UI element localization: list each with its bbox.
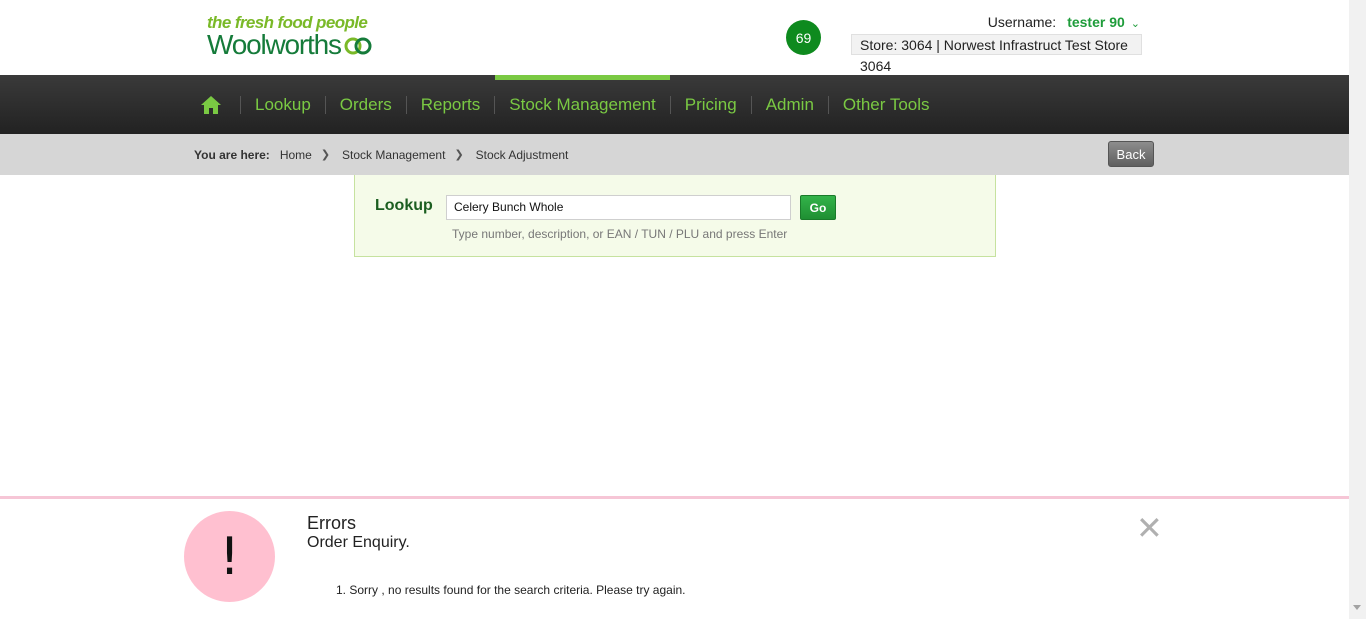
error-message: 1. Sorry , no results found for the sear… bbox=[336, 583, 686, 597]
header: the fresh food people Woolworths 69 User… bbox=[0, 0, 1349, 75]
go-button[interactable]: Go bbox=[800, 195, 836, 220]
breadcrumb: You are here: Home ❯ Stock Management ❯ … bbox=[194, 134, 568, 175]
notification-badge[interactable]: 69 bbox=[786, 20, 821, 55]
scroll-down-arrow-icon[interactable] bbox=[1353, 605, 1361, 610]
error-subtitle: Order Enquiry. bbox=[307, 534, 410, 551]
close-icon[interactable]: ✕ bbox=[1136, 512, 1163, 544]
nav-item-orders[interactable]: Orders bbox=[326, 75, 406, 134]
chevron-right-icon: ❯ bbox=[320, 149, 331, 161]
chevron-down-icon[interactable]: ⌄ bbox=[1131, 17, 1140, 30]
breadcrumb-stock-adjustment: Stock Adjustment bbox=[475, 147, 569, 162]
main-nav: Lookup Orders Reports Stock Management P… bbox=[0, 75, 1349, 134]
nav-item-admin[interactable]: Admin bbox=[752, 75, 828, 134]
error-panel: ! Errors Order Enquiry. 1. Sorry , no re… bbox=[0, 496, 1349, 619]
nav-item-other-tools[interactable]: Other Tools bbox=[829, 75, 944, 134]
logo-brand: Woolworths bbox=[207, 29, 342, 60]
lookup-label: Lookup bbox=[375, 197, 433, 214]
woolworths-logo[interactable]: the fresh food people Woolworths bbox=[207, 13, 372, 60]
vertical-scrollbar[interactable] bbox=[1349, 0, 1366, 619]
error-title: Errors bbox=[307, 513, 356, 533]
woolworths-w-icon bbox=[344, 37, 372, 55]
back-button[interactable]: Back bbox=[1108, 141, 1154, 167]
store-selector[interactable]: Store: 3064 | Norwest Infrastruct Test S… bbox=[851, 34, 1142, 74]
nav-item-lookup[interactable]: Lookup bbox=[241, 75, 325, 134]
user-menu[interactable]: Username: tester 90 ⌄ bbox=[988, 14, 1140, 30]
nav-item-reports[interactable]: Reports bbox=[407, 75, 495, 134]
home-icon[interactable] bbox=[200, 93, 224, 117]
lookup-search-input[interactable]: Celery Bunch Whole bbox=[446, 195, 791, 220]
lookup-hint: Type number, description, or EAN / TUN /… bbox=[452, 227, 788, 241]
username-label: Username: bbox=[987, 14, 1057, 30]
nav-item-pricing[interactable]: Pricing bbox=[671, 75, 751, 134]
breadcrumb-prefix: You are here: bbox=[194, 147, 270, 162]
error-alert-icon: ! bbox=[184, 511, 275, 602]
breadcrumb-stock-management[interactable]: Stock Management bbox=[342, 148, 445, 162]
logo-brand-row: Woolworths bbox=[207, 29, 372, 60]
nav-item-stock-management[interactable]: Stock Management bbox=[495, 75, 671, 134]
breadcrumb-home[interactable]: Home bbox=[280, 148, 312, 162]
username-value[interactable]: tester 90 bbox=[1067, 14, 1125, 30]
chevron-right-icon: ❯ bbox=[454, 149, 464, 161]
lookup-panel: Lookup Celery Bunch Whole Go Type number… bbox=[354, 175, 996, 257]
